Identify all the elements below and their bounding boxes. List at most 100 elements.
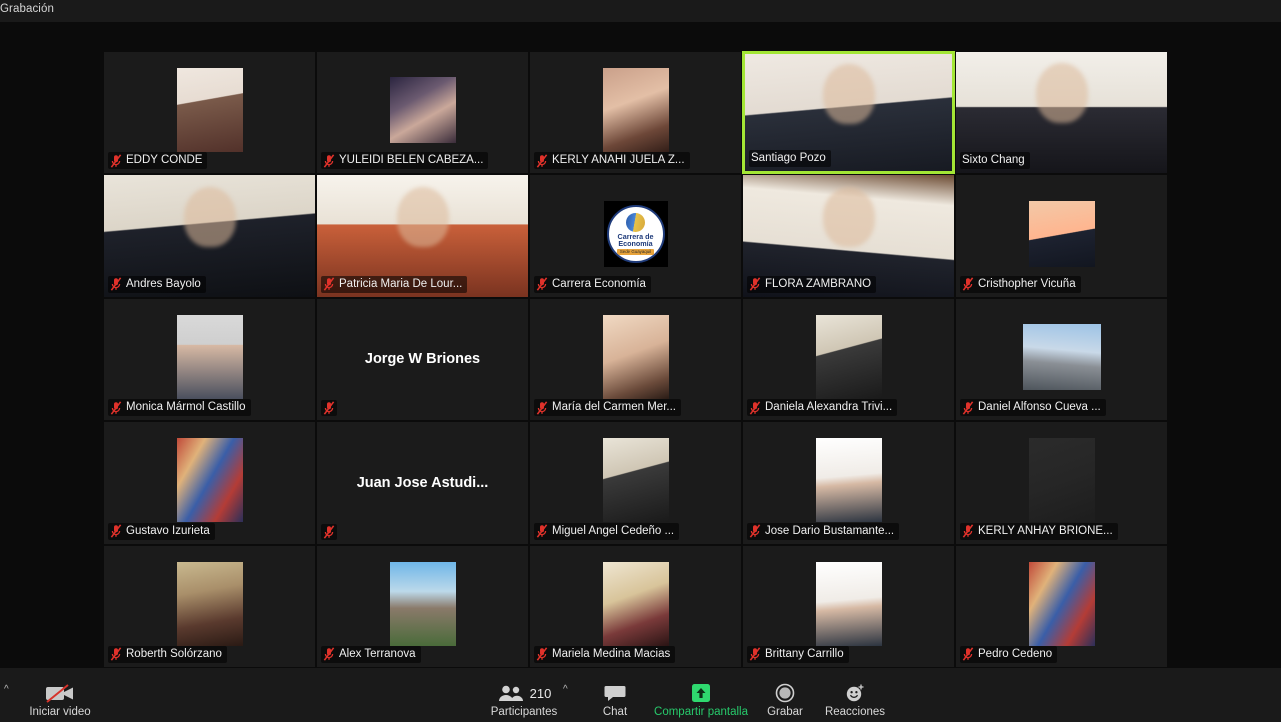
participant-tile[interactable]: Daniel Alfonso Cueva ...	[955, 297, 1168, 422]
participant-name: Jose Dario Bustamante...	[765, 524, 895, 537]
participant-tile[interactable]: EDDY CONDE	[103, 51, 316, 175]
muted-mic-icon	[323, 524, 335, 539]
avatar: Carrera de Economía Sede Guayaquil	[603, 200, 668, 267]
participant-name: Carrera Economía	[552, 277, 646, 290]
muted-mic-icon	[110, 277, 122, 291]
muted-mic-icon	[962, 400, 974, 415]
participants-count: 210	[529, 685, 552, 701]
reactions-button[interactable]: Reacciones	[812, 682, 898, 718]
avatar	[176, 561, 243, 646]
participant-tile[interactable]: Miguel Angel Cedeño ...	[529, 421, 742, 545]
muted-mic-icon	[536, 524, 548, 538]
video-options-chevron-icon[interactable]: ^	[4, 684, 9, 695]
participant-tile[interactable]: Daniela Alexandra Trivi...	[742, 297, 955, 422]
muted-mic-icon	[323, 647, 335, 662]
participant-tile[interactable]: Santiago Pozo	[742, 51, 955, 175]
record-label: Grabar	[767, 706, 803, 718]
participants-chevron-icon[interactable]: ^	[563, 684, 568, 695]
share-screen-icon	[689, 682, 713, 704]
face-region	[1035, 63, 1088, 124]
participant-name-large: Juan Jose Astudi...	[356, 474, 489, 491]
participant-tile[interactable]: Mariela Medina Macias	[529, 544, 742, 668]
participant-tile[interactable]: Sixto Chang	[955, 51, 1168, 175]
name-plate: EDDY CONDE	[108, 152, 208, 170]
participant-name: Monica Mármol Castillo	[126, 401, 246, 414]
recording-label: Grabación	[0, 3, 54, 15]
participant-name: KERLY ANHAY BRIONE...	[978, 524, 1113, 537]
camera-off-icon	[43, 682, 77, 704]
name-plate: Santiago Pozo	[749, 150, 831, 168]
face-region	[396, 186, 449, 247]
participant-name: María del Carmen Mer...	[552, 401, 676, 414]
avatar	[602, 438, 669, 523]
participant-tile[interactable]: YULEIDI BELEN CABEZA...	[316, 51, 529, 175]
start-video-label: Iniciar video	[29, 706, 91, 718]
face-region	[822, 186, 875, 247]
name-plate: Monica Mármol Castillo	[108, 399, 251, 417]
participant-name: YULEIDI BELEN CABEZA...	[339, 154, 484, 167]
zoom-meeting-window: Grabación EDDY CONDE YULEIDI BELEN CABEZA…	[0, 0, 1281, 722]
avatar	[602, 561, 669, 646]
participant-name: Alex Terranova	[339, 647, 416, 660]
start-video-button[interactable]: Iniciar video	[17, 682, 103, 718]
participant-tile[interactable]: Brittany Carrillo	[742, 544, 955, 668]
avatar	[176, 438, 243, 523]
participants-label: Participantes	[490, 706, 558, 718]
avatar	[1028, 438, 1095, 523]
participant-tile[interactable]: KERLY ANAHI JUELA Z...	[529, 51, 742, 175]
participant-tile[interactable]: Alex Terranova	[316, 544, 529, 668]
participant-tile[interactable]: Monica Mármol Castillo	[103, 297, 316, 422]
muted-mic-icon	[110, 400, 122, 415]
muted-mic-icon	[962, 524, 974, 538]
avatar	[1028, 200, 1095, 267]
participant-tile[interactable]: Cristhopher Vicuña	[955, 174, 1168, 298]
avatar	[602, 68, 669, 153]
muted-mic-icon	[962, 647, 974, 662]
participant-name: Patricia Maria De Lour...	[339, 277, 463, 290]
name-plate: Carrera Economía	[534, 275, 651, 293]
participant-tile[interactable]: Carrera de Economía Sede Guayaquil Carrera …	[529, 174, 742, 298]
chat-bubble-icon	[604, 682, 626, 704]
muted-mic-icon	[536, 647, 548, 662]
participant-tile[interactable]: Roberth Solórzano	[103, 544, 316, 668]
name-plate: Jose Dario Bustamante...	[747, 522, 900, 540]
name-plate: Brittany Carrillo	[747, 645, 849, 663]
participant-tile[interactable]: María del Carmen Mer...	[529, 297, 742, 422]
avatar	[389, 77, 456, 144]
avatar	[1022, 324, 1101, 391]
participant-name: Andres Bayolo	[126, 277, 201, 290]
name-plate: FLORA ZAMBRANO	[747, 275, 877, 293]
participant-tile[interactable]: Gustavo Izurieta	[103, 421, 316, 545]
logo-line2: Economía	[618, 239, 653, 249]
name-plate: KERLY ANHAY BRIONE...	[960, 522, 1118, 540]
participant-tile[interactable]: KERLY ANHAY BRIONE...	[955, 421, 1168, 545]
face-region	[822, 63, 875, 124]
participant-tile[interactable]: Juan Jose Astudi...	[316, 421, 529, 545]
participant-name: KERLY ANAHI JUELA Z...	[552, 154, 685, 167]
participant-name: FLORA ZAMBRANO	[765, 277, 872, 290]
name-plate: Daniela Alexandra Trivi...	[747, 399, 898, 417]
name-plate: Mariela Medina Macias	[534, 645, 676, 663]
name-plate: María del Carmen Mer...	[534, 399, 681, 417]
participant-name: Gustavo Izurieta	[126, 524, 210, 537]
participant-name: Pedro Cedeno	[978, 647, 1053, 660]
participant-tile[interactable]: FLORA ZAMBRANO	[742, 174, 955, 298]
name-plate: KERLY ANAHI JUELA Z...	[534, 152, 690, 170]
reactions-smiley-icon	[844, 682, 866, 704]
participant-tile[interactable]: Jorge W Briones	[316, 297, 529, 422]
muted-mic-icon	[749, 277, 761, 291]
share-screen-button[interactable]: Compartir pantalla	[644, 682, 758, 718]
muted-mic-icon	[749, 647, 761, 662]
participant-gallery: EDDY CONDE YULEIDI BELEN CABEZA... KERLY A…	[103, 51, 1173, 668]
participant-tile[interactable]: Andres Bayolo	[103, 174, 316, 298]
participants-button[interactable]: 210 Participantes	[481, 682, 567, 719]
name-plate: Gustavo Izurieta	[108, 522, 215, 540]
muted-mic-icon	[110, 524, 122, 538]
logo-line3: Sede Guayaquil	[616, 248, 655, 255]
participant-tile[interactable]: Jose Dario Bustamante...	[742, 421, 955, 545]
participant-tile[interactable]: Patricia Maria De Lour...	[316, 174, 529, 298]
name-plate: YULEIDI BELEN CABEZA...	[321, 152, 489, 170]
participant-tile[interactable]: Pedro Cedeno	[955, 544, 1168, 668]
muted-mic-icon	[536, 154, 548, 168]
participant-name-large: Jorge W Briones	[364, 351, 481, 368]
